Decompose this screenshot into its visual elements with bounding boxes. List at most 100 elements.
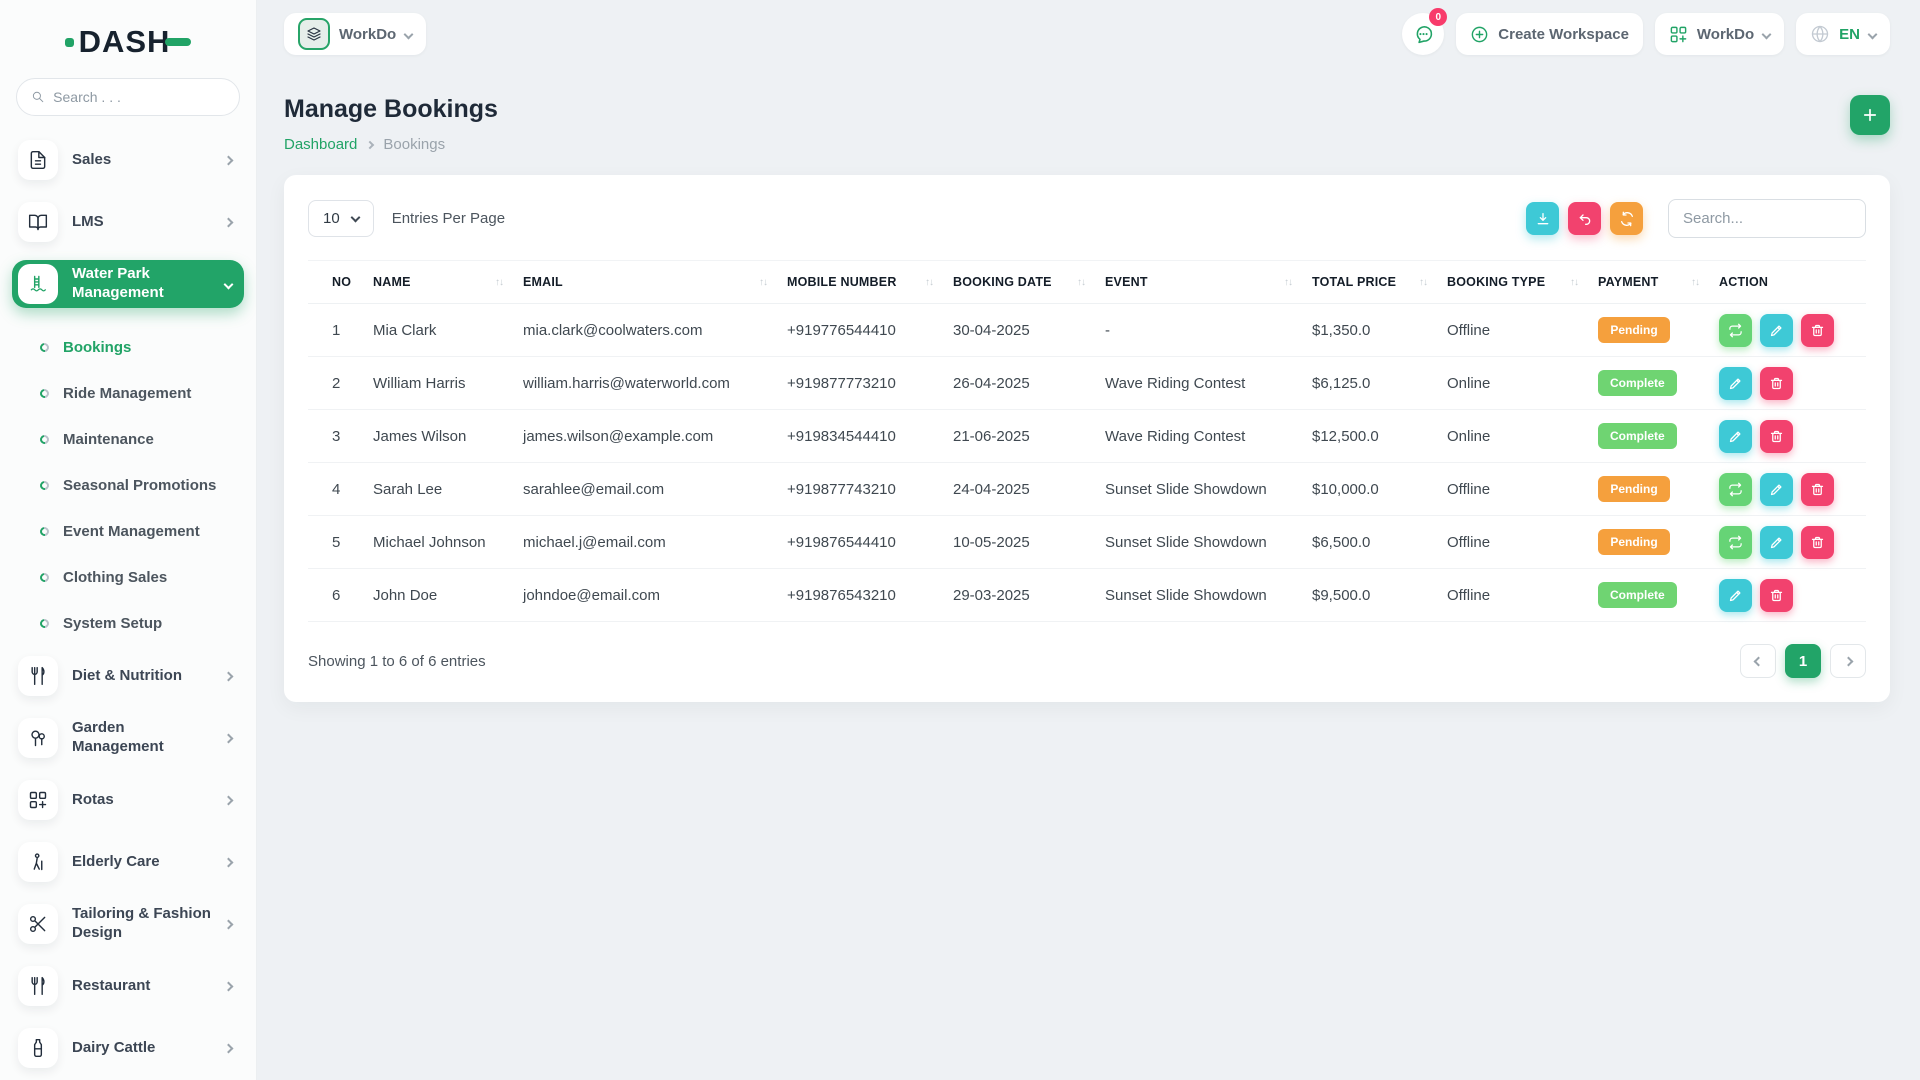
- cell-date: 30-04-2025: [943, 304, 1095, 357]
- cell-event: Sunset Slide Showdown: [1095, 463, 1302, 516]
- table-header-row: NO NAME↑↓ EMAIL↑↓ MOBILE NUMBER↑↓ BOOKIN…: [308, 261, 1866, 304]
- sidebar-item-diet-nutrition[interactable]: Diet & Nutrition: [12, 652, 244, 700]
- chevron-right-icon: [224, 981, 234, 991]
- breadcrumb-dashboard-link[interactable]: Dashboard: [284, 136, 357, 153]
- cell-type: Online: [1437, 357, 1588, 410]
- table-search-input[interactable]: [1668, 199, 1866, 238]
- sidebar-subitem-seasonal-promotions[interactable]: Seasonal Promotions: [12, 462, 244, 508]
- cell-mobile: +919776544410: [777, 304, 943, 357]
- sync-status-button[interactable]: [1719, 473, 1752, 506]
- refresh-button[interactable]: [1610, 202, 1643, 235]
- sidebar-subitem-bookings[interactable]: Bookings: [12, 324, 244, 370]
- book-icon: [18, 202, 58, 242]
- sidebar-subitem-system-setup[interactable]: System Setup: [12, 600, 244, 646]
- cell-name: Mia Clark: [363, 304, 513, 357]
- pagination-next-button[interactable]: [1830, 644, 1866, 678]
- back-button[interactable]: [1568, 202, 1601, 235]
- sidebar-subitem-ride-management[interactable]: Ride Management: [12, 370, 244, 416]
- sidebar-item-water-park-management[interactable]: Water Park Management: [12, 260, 244, 308]
- edit-button[interactable]: [1760, 473, 1793, 506]
- delete-button[interactable]: [1760, 420, 1793, 453]
- table-row: 1 Mia Clark mia.clark@coolwaters.com +91…: [308, 304, 1866, 357]
- sidebar-search-input[interactable]: [53, 89, 225, 105]
- sidebar-subitem-maintenance[interactable]: Maintenance: [12, 416, 244, 462]
- sort-icon[interactable]: ↑↓: [1077, 277, 1085, 288]
- cell-name: James Wilson: [363, 410, 513, 463]
- sidebar-item-sales[interactable]: Sales: [12, 136, 244, 184]
- chevron-right-icon: [224, 733, 234, 743]
- sidebar-nav: Sales LMS Water Park Management: [0, 136, 256, 1080]
- delete-button[interactable]: [1760, 579, 1793, 612]
- chevron-down-icon: [1868, 29, 1878, 39]
- delete-button[interactable]: [1760, 367, 1793, 400]
- app-logo[interactable]: DASH: [0, 24, 256, 60]
- search-icon: [31, 89, 45, 105]
- plus-icon: [1861, 106, 1879, 124]
- col-header-price: TOTAL PRICE↑↓: [1302, 261, 1437, 304]
- globe-icon: [1810, 24, 1830, 44]
- cell-no: 2: [308, 357, 363, 410]
- top-bar: WorkDo 0 Create Workspace WorkDo: [256, 0, 1920, 55]
- pencil-icon: [1769, 535, 1784, 550]
- delete-button[interactable]: [1801, 526, 1834, 559]
- chevron-right-icon: [224, 857, 234, 867]
- edit-button[interactable]: [1719, 367, 1752, 400]
- col-header-action: ACTION: [1709, 261, 1866, 304]
- cell-type: Online: [1437, 410, 1588, 463]
- delete-button[interactable]: [1801, 473, 1834, 506]
- sort-icon[interactable]: ↑↓: [1419, 277, 1427, 288]
- breadcrumb-current: Bookings: [383, 136, 445, 153]
- add-booking-button[interactable]: [1850, 95, 1890, 135]
- cell-action: [1709, 304, 1866, 357]
- sidebar-subitem-clothing-sales[interactable]: Clothing Sales: [12, 554, 244, 600]
- sidebar-subitem-event-management[interactable]: Event Management: [12, 508, 244, 554]
- language-selector[interactable]: EN: [1796, 13, 1890, 55]
- sort-icon[interactable]: ↑↓: [925, 277, 933, 288]
- grid-plus-icon: [1669, 25, 1688, 44]
- sidebar-item-elderly-care[interactable]: Elderly Care: [12, 838, 244, 886]
- col-header-mobile: MOBILE NUMBER↑↓: [777, 261, 943, 304]
- sync-status-button[interactable]: [1719, 526, 1752, 559]
- cell-type: Offline: [1437, 516, 1588, 569]
- download-icon: [1535, 211, 1551, 227]
- sort-icon[interactable]: ↑↓: [759, 277, 767, 288]
- grid-plus-icon: [18, 780, 58, 820]
- sort-icon[interactable]: ↑↓: [1570, 277, 1578, 288]
- sort-icon[interactable]: ↑↓: [1284, 277, 1292, 288]
- notification-badge: 0: [1429, 8, 1447, 26]
- subitem-label: System Setup: [63, 615, 162, 632]
- sidebar-item-garden-management[interactable]: Garden Management: [12, 714, 244, 762]
- cell-action: [1709, 357, 1866, 410]
- trash-icon: [1769, 376, 1784, 391]
- sidebar-item-label: LMS: [72, 213, 211, 232]
- cell-date: 10-05-2025: [943, 516, 1095, 569]
- cell-email: william.harris@waterworld.com: [513, 357, 777, 410]
- sort-icon[interactable]: ↑↓: [495, 277, 503, 288]
- trash-icon: [1810, 482, 1825, 497]
- sync-status-button[interactable]: [1719, 314, 1752, 347]
- export-button[interactable]: [1526, 202, 1559, 235]
- sidebar-item-tailoring-fashion-design[interactable]: Tailoring & Fashion Design: [12, 900, 244, 948]
- workdo-dropdown[interactable]: WorkDo: [1655, 13, 1784, 55]
- pagination-page-1[interactable]: 1: [1785, 644, 1821, 678]
- chevron-right-icon: [224, 919, 234, 929]
- messages-button[interactable]: 0: [1402, 13, 1444, 55]
- logo-dot-icon: [65, 38, 74, 47]
- pagination-prev-button[interactable]: [1740, 644, 1776, 678]
- cell-email: mia.clark@coolwaters.com: [513, 304, 777, 357]
- table-row: 5 Michael Johnson michael.j@email.com +9…: [308, 516, 1866, 569]
- sidebar-item-restaurant[interactable]: Restaurant: [12, 962, 244, 1010]
- workspace-switcher[interactable]: WorkDo: [284, 13, 426, 55]
- edit-button[interactable]: [1719, 579, 1752, 612]
- edit-button[interactable]: [1760, 526, 1793, 559]
- edit-button[interactable]: [1760, 314, 1793, 347]
- sort-icon[interactable]: ↑↓: [1691, 277, 1699, 288]
- create-workspace-button[interactable]: Create Workspace: [1456, 13, 1643, 55]
- sidebar-item-rotas[interactable]: Rotas: [12, 776, 244, 824]
- delete-button[interactable]: [1801, 314, 1834, 347]
- sidebar-item-dairy-cattle[interactable]: Dairy Cattle: [12, 1024, 244, 1072]
- entries-per-page-select[interactable]: 10: [308, 200, 374, 237]
- edit-button[interactable]: [1719, 420, 1752, 453]
- sidebar-item-lms[interactable]: LMS: [12, 198, 244, 246]
- chevron-right-icon: [366, 140, 374, 148]
